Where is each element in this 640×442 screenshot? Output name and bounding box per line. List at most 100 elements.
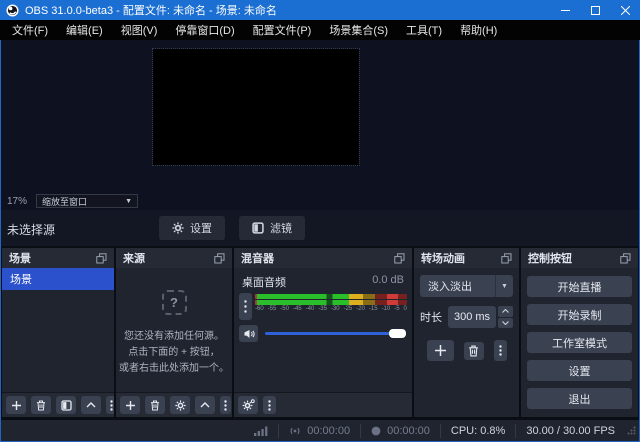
remove-scene-button[interactable] (31, 396, 51, 414)
mixer-more-button[interactable] (263, 396, 276, 414)
controls-body: 开始直播 开始录制 工作室模式 设置 退出 (521, 268, 638, 417)
scenes-title: 场景 (9, 250, 31, 266)
empty-hint-line1: 您还没有添加任何源。 (119, 329, 229, 345)
source-filters-button[interactable]: 滤镜 (239, 216, 305, 240)
volume-meter-left (255, 294, 407, 299)
source-properties-button[interactable]: 设置 (159, 216, 225, 240)
menu-help[interactable]: 帮助(H) (451, 20, 506, 40)
source-filters-label: 滤镜 (270, 220, 292, 236)
scene-move-up-button[interactable] (81, 396, 101, 414)
scenes-more-button[interactable] (106, 396, 114, 414)
scenes-header: 场景 (2, 248, 114, 268)
volume-slider[interactable] (265, 327, 406, 340)
scene-list: 场景 (2, 268, 114, 392)
sources-header: 来源 (116, 248, 232, 268)
obs-window: OBS 31.0.0-beta3 - 配置文件: 未命名 - 场景: 未命名 文… (0, 0, 640, 442)
remove-source-button[interactable] (145, 396, 165, 414)
menu-docks[interactable]: 停靠窗口(D) (166, 20, 243, 40)
popout-icon[interactable] (620, 253, 631, 264)
popout-icon[interactable] (501, 253, 512, 264)
scale-mode-dropdown[interactable]: 缩放至窗口 ▼ (36, 194, 138, 208)
empty-hint-line3: 或者右击此处添加一个。 (119, 361, 229, 377)
menu-edit[interactable]: 编辑(E) (57, 20, 112, 40)
mixer-body: 桌面音频 0.0 dB -60-55-50-45-40-35-30-25-20-… (234, 268, 412, 392)
stream-timer: 00:00:00 (278, 424, 360, 438)
menu-profile[interactable]: 配置文件(P) (244, 20, 321, 40)
duration-increase-button[interactable] (498, 306, 513, 317)
mixer-toolbar (234, 392, 412, 417)
menu-view[interactable]: 视图(V) (112, 20, 167, 40)
menu-tools[interactable]: 工具(T) (397, 20, 451, 40)
source-properties-toolbar-button[interactable] (170, 396, 190, 414)
scene-list-item[interactable]: 场景 (2, 268, 114, 290)
dock-area: 场景 场景 来源 ? (1, 246, 639, 419)
chevron-down-icon: ▼ (495, 275, 513, 297)
volume-slider-handle[interactable] (389, 329, 406, 338)
controls-title: 控制按钮 (528, 250, 572, 266)
duration-label: 时长 (420, 309, 442, 325)
remove-transition-button[interactable] (464, 342, 484, 360)
add-scene-button[interactable] (6, 396, 26, 414)
volume-meter-right (255, 300, 407, 305)
maximize-button[interactable] (580, 0, 610, 20)
source-properties-label: 设置 (190, 220, 212, 236)
question-mark-icon: ? (162, 290, 187, 315)
source-list[interactable]: ? 您还没有添加任何源。 点击下面的 + 按钮， 或者右击此处添加一个。 (116, 268, 232, 392)
duration-value: 300 ms (448, 306, 496, 328)
sources-panel: 来源 ? 您还没有添加任何源。 点击下面的 + 按钮， 或者右击此处添加一个。 (116, 248, 232, 417)
volume-slider-track (265, 332, 406, 335)
sources-title: 来源 (123, 250, 145, 266)
sources-empty-state: ? 您还没有添加任何源。 点击下面的 + 按钮， 或者右击此处添加一个。 (116, 290, 232, 377)
source-context-bar: 未选择源 设置 滤镜 (1, 210, 639, 246)
mute-button[interactable] (239, 325, 258, 342)
record-icon (371, 426, 381, 436)
scenes-panel: 场景 场景 (2, 248, 114, 417)
controls-header: 控制按钮 (521, 248, 638, 268)
duration-spinbox[interactable]: 300 ms (448, 306, 513, 328)
add-transition-button[interactable] (427, 340, 454, 361)
menu-file[interactable]: 文件(F) (3, 20, 57, 40)
menubar: 文件(F) 编辑(E) 视图(V) 停靠窗口(D) 配置文件(P) 场景集合(S… (0, 20, 640, 40)
audio-channel-name: 桌面音频 (242, 274, 286, 290)
duration-decrease-button[interactable] (498, 318, 513, 329)
signal-bars-icon (254, 426, 268, 436)
transition-more-button[interactable] (494, 340, 507, 361)
record-timer: 00:00:00 (360, 424, 440, 438)
mixer-title: 混音器 (241, 250, 274, 266)
no-source-label: 未选择源 (7, 221, 55, 238)
channel-options-button[interactable] (239, 293, 252, 320)
start-streaming-button[interactable]: 开始直播 (527, 276, 632, 297)
transition-select[interactable]: 淡入淡出 ▼ (420, 275, 513, 297)
minimize-button[interactable] (550, 0, 580, 20)
settings-button[interactable]: 设置 (527, 360, 632, 381)
sources-more-button[interactable] (220, 396, 231, 414)
chevron-down-icon: ▼ (125, 198, 132, 205)
record-time: 00:00:00 (387, 425, 430, 437)
start-recording-button[interactable]: 开始录制 (527, 304, 632, 325)
meter-scale: -60-55-50-45-40-35-30-25-20-15-10-50 (255, 306, 407, 313)
transitions-header: 转场动画 (414, 248, 519, 268)
advanced-audio-button[interactable] (238, 396, 258, 414)
scene-filters-button[interactable] (56, 396, 76, 414)
studio-mode-button[interactable]: 工作室模式 (527, 332, 632, 353)
popout-icon[interactable] (394, 253, 405, 264)
cpu-usage: CPU: 0.8% (440, 424, 515, 438)
resize-grip[interactable] (627, 426, 636, 435)
exit-button[interactable]: 退出 (527, 388, 632, 409)
filter-icon (252, 222, 264, 234)
menu-scene-collection[interactable]: 场景集合(S) (320, 20, 397, 40)
zoom-level-label: 17% (7, 196, 27, 207)
source-move-up-button[interactable] (195, 396, 215, 414)
transitions-panel: 转场动画 淡入淡出 ▼ 时长 300 ms (414, 248, 519, 417)
preview-zoom-row: 17% 缩放至窗口 ▼ (1, 192, 639, 210)
add-source-button[interactable] (120, 396, 140, 414)
titlebar: OBS 31.0.0-beta3 - 配置文件: 未命名 - 场景: 未命名 (0, 0, 640, 20)
popout-icon[interactable] (214, 253, 225, 264)
broadcast-icon (289, 425, 301, 437)
connection-status (244, 424, 278, 438)
popout-icon[interactable] (96, 253, 107, 264)
window-title: OBS 31.0.0-beta3 - 配置文件: 未命名 - 场景: 未命名 (25, 2, 277, 18)
close-button[interactable] (610, 0, 640, 20)
preview-canvas[interactable] (153, 49, 359, 165)
stream-time: 00:00:00 (307, 425, 350, 437)
